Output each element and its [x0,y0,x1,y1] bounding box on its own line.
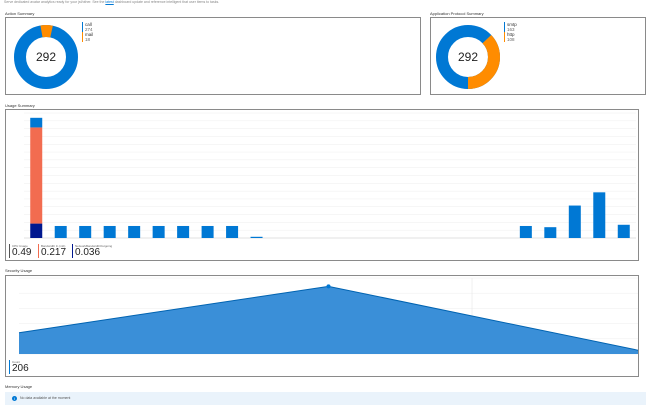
top-note-text: Serve dedicated avatar analytics ready f… [4,0,105,4]
bar [177,225,190,238]
top-note-link[interactable]: latest [105,0,113,4]
action-summary-title: Action Summary [5,11,35,16]
bar [568,205,581,238]
legend-value: 108 [507,37,515,42]
bar-segment [30,127,43,224]
bar [54,225,67,238]
donut-total: 292 [458,50,478,64]
info-icon: i [12,396,17,401]
metric-value: 0.036 [75,247,101,258]
legend-value: 18 [85,37,91,42]
action-summary-panel: 292 call 274 mail 18 [5,17,421,95]
legend-http: http 108 [504,32,515,42]
bar [128,225,141,238]
metric-security-count: Count 206 [9,360,29,374]
bar [79,225,92,238]
bar-segment [30,223,43,238]
memory-usage-title: Memory Usage [5,384,33,389]
app-protocol-donut: 292 [436,25,500,89]
top-note-text-end: dashboard update and reference intellige… [114,0,220,4]
metric-value: 0.49 [12,247,32,258]
legend-mail: mail 18 [82,32,93,42]
area-fill [19,286,638,354]
bar [250,236,263,238]
usage-bar-chart [24,112,636,239]
metric-value: 206 [12,363,29,374]
bar-segment [30,117,43,128]
memory-info-bar: i No data available at the moment [5,392,646,405]
metric-bandwidth-in: Bandwidth In (mb) 0.217 [38,244,66,258]
action-summary-donut: 292 [14,24,78,89]
bar [201,225,214,238]
security-area-chart [18,277,638,355]
donut-total: 292 [36,50,56,64]
metric-value: 0.217 [41,247,67,258]
bar [544,227,557,238]
memory-info-text: No data available at the moment [20,396,71,400]
app-protocol-panel: 292 smtp 163 http 108 [430,17,646,95]
bar [152,225,165,238]
bar [103,225,116,238]
bar [519,225,532,238]
top-note: Serve dedicated avatar analytics ready f… [4,0,219,4]
bar [617,224,630,238]
legend-smtp: smtp 163 [504,22,517,32]
peak-point [326,284,331,289]
metric-cpu: CPU Usage 0.49 [9,244,31,258]
metric-bandwidth-out: NetworkBandwidthOutgoing 0.036 [72,244,112,258]
security-usage-title: Security Usage [5,268,33,273]
app-protocol-title: Application Protocol Summary [430,11,484,16]
bar [226,225,239,238]
legend-call: call 274 [82,22,93,32]
usage-summary-title: Usage Summary [5,103,35,108]
usage-summary-panel: CPU Usage 0.49 Bandwidth In (mb) 0.217 N… [5,109,639,261]
security-usage-panel: Count 206 [5,275,639,377]
bar [593,192,606,238]
